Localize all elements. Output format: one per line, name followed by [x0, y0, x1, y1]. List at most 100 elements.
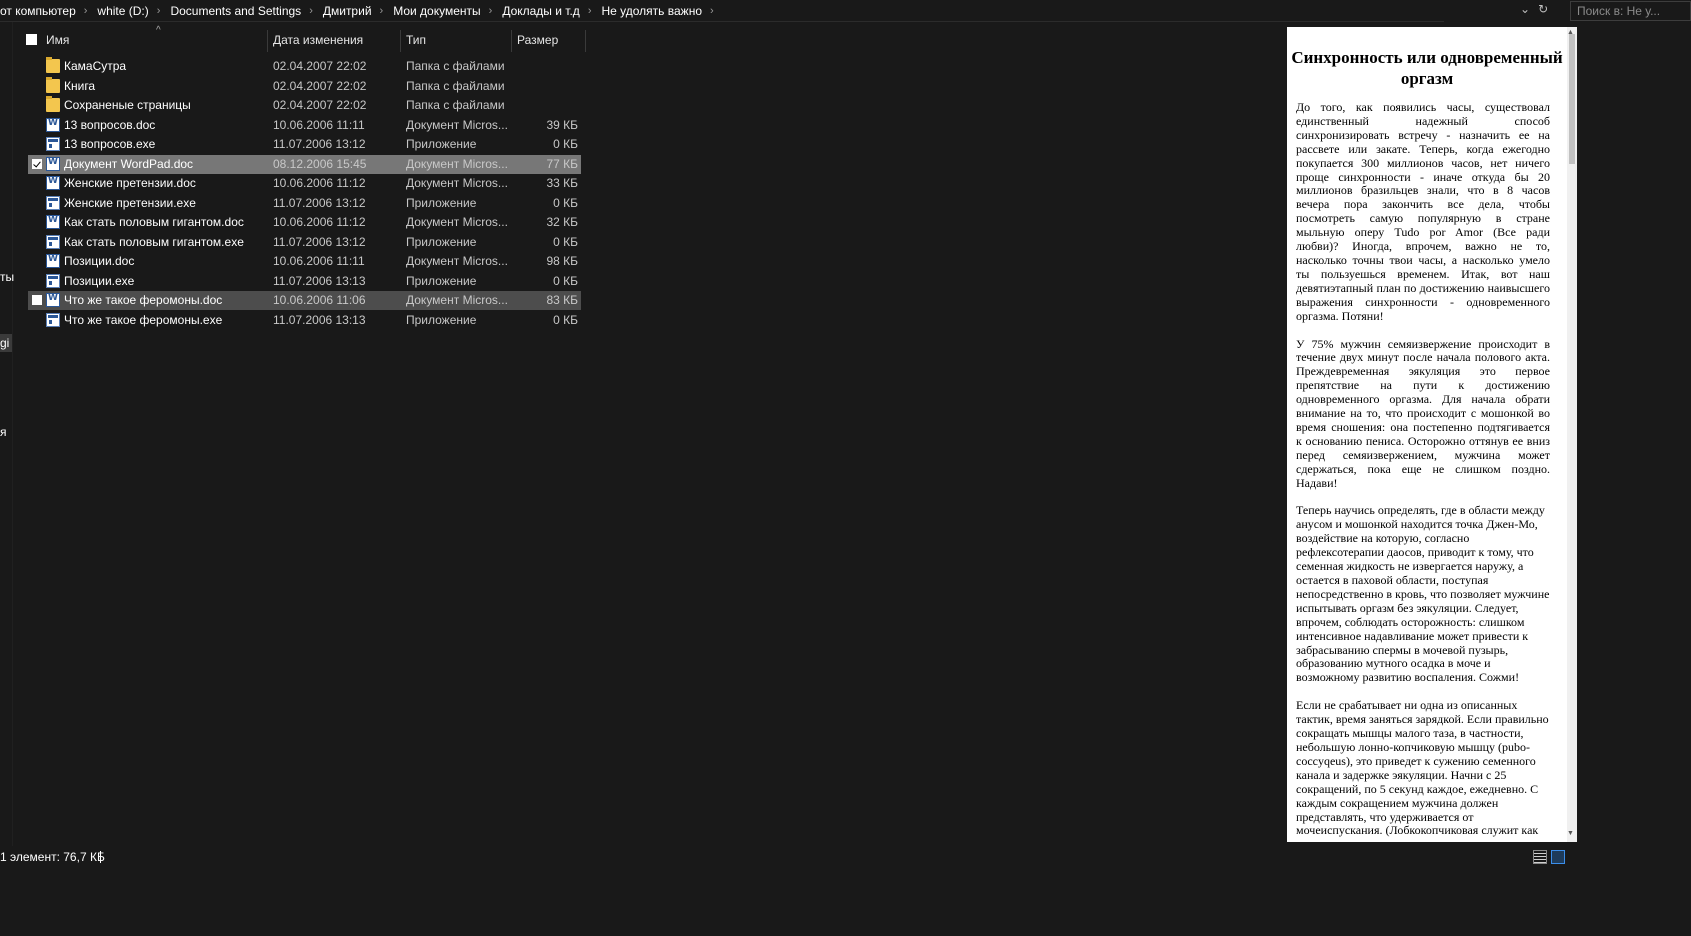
file-type: Папка с файлами	[406, 98, 505, 112]
file-date: 10.06.2006 11:11	[273, 254, 365, 268]
large-icons-view-icon[interactable]	[1551, 850, 1565, 864]
file-row[interactable]: Как стать половым гигантом.doc 10.06.2006…	[28, 213, 581, 232]
navigation-pane[interactable]: ты gi я	[0, 22, 14, 912]
address-controls: ⌄ ↻	[1520, 2, 1548, 16]
file-name: Позиции.doc	[64, 254, 135, 268]
file-date: 10.06.2006 11:06	[273, 293, 366, 307]
file-size: 0 КБ	[553, 312, 578, 327]
file-name: КамаСутра	[64, 59, 127, 73]
chevron-right-icon[interactable]: ›	[588, 5, 592, 17]
refresh-icon[interactable]: ↻	[1538, 2, 1548, 16]
file-row[interactable]: Позиции.exe 11.07.2006 13:13 Приложение 0 К…	[28, 272, 581, 291]
word-doc-icon	[46, 156, 60, 171]
word-doc-icon	[46, 254, 60, 268]
chevron-down-icon[interactable]: ⌄	[1520, 2, 1530, 16]
file-name: Позиции.exe	[64, 273, 135, 288]
preview-paragraph: До того, как появились часы, существовал…	[1296, 100, 1550, 323]
nav-item-fragment[interactable]: я	[0, 425, 7, 439]
chevron-right-icon[interactable]: ›	[710, 5, 714, 17]
chevron-right-icon[interactable]: ›	[380, 5, 384, 17]
file-date: 02.04.2007 22:02	[273, 78, 367, 93]
column-header-size[interactable]: Размер	[511, 28, 585, 52]
file-row[interactable]: Документ WordPad.doc 08.12.2006 15:45 Доку…	[28, 154, 581, 174]
row-checkbox[interactable]	[32, 158, 42, 169]
preview-title: Синхронность или одновременный оргазм	[1291, 48, 1563, 88]
breadcrumb-label: Не удолять важно	[601, 4, 702, 18]
file-date: 10.06.2006 11:12	[273, 176, 366, 190]
file-name: Книга	[64, 78, 96, 93]
chevron-right-icon[interactable]: ›	[489, 5, 493, 17]
file-name: Что же такое феромоны.doc	[64, 293, 223, 307]
scroll-up-icon[interactable]: ▲	[1567, 29, 1574, 36]
column-header-date[interactable]: Дата изменения	[267, 28, 400, 52]
application-icon	[46, 312, 60, 327]
file-row[interactable]: Сохраненые страницы 02.04.2007 22:02 Папка…	[28, 96, 581, 115]
breadcrumb-item[interactable]: Documents and Settings ›	[170, 4, 322, 18]
breadcrumb-item[interactable]: Доклады и т.д ›	[502, 4, 601, 18]
breadcrumb-item[interactable]: Не удолять важно ›	[601, 4, 723, 18]
file-row[interactable]: 13 вопросов.doc 10.06.2006 11:11 Документ …	[28, 116, 581, 135]
file-size: 0 КБ	[553, 137, 578, 151]
file-type: Папка с файлами	[406, 59, 505, 73]
file-size: 0 КБ	[553, 195, 578, 210]
file-size: 98 КБ	[546, 254, 578, 268]
preview-scrollbar-thumb[interactable]	[1569, 34, 1575, 164]
preview-paragraph: Теперь научись определять, где в области…	[1296, 503, 1550, 685]
breadcrumb[interactable]: от компьютер › white (D:) › Documents and Se…	[0, 1, 1444, 22]
file-row[interactable]: КамаСутра 02.04.2007 22:02 Папка с файлами	[28, 57, 581, 76]
file-row[interactable]: Женские претензии.exe 11.07.2006 13:12 При…	[28, 194, 581, 213]
file-date: 11.07.2006 13:13	[273, 312, 366, 327]
folder-icon	[46, 96, 60, 112]
breadcrumb-item[interactable]: Мои документы ›	[393, 4, 502, 18]
file-row[interactable]: Женские претензии.doc 10.06.2006 11:12 Док…	[28, 174, 581, 193]
preview-paragraph: У 75% мужчин семяизвержение происходит в…	[1296, 336, 1550, 490]
column-header-type[interactable]: Тип	[400, 28, 511, 52]
file-size: 83 КБ	[546, 293, 578, 307]
breadcrumb-label: Мои документы	[393, 4, 481, 18]
breadcrumb-item[interactable]: white (D:) ›	[97, 4, 170, 18]
file-type: Папка с файлами	[406, 78, 505, 93]
breadcrumb-label: white (D:)	[97, 4, 149, 18]
file-size: 0 КБ	[553, 273, 578, 288]
nav-item-fragment[interactable]: gi	[0, 336, 9, 350]
breadcrumb-label: от компьютер	[0, 4, 76, 18]
file-date: 11.07.2006 13:12	[273, 137, 366, 151]
file-size: 39 КБ	[546, 117, 578, 132]
file-type: Документ Micros...	[406, 254, 508, 268]
breadcrumb-label: Дмитрий	[322, 4, 372, 18]
file-name: Что же такое феромоны.exe	[64, 312, 223, 327]
scroll-down-icon[interactable]: ▼	[1567, 830, 1574, 837]
folder-icon	[46, 76, 60, 93]
breadcrumb-label: Доклады и т.д	[502, 4, 580, 18]
file-name: Женские претензии.exe	[64, 195, 196, 210]
details-view-icon[interactable]	[1533, 850, 1547, 864]
file-row[interactable]: Как стать половым гигантом.exe 11.07.2006…	[28, 233, 581, 252]
word-doc-icon	[46, 117, 60, 132]
file-name: Как стать половым гигантом.exe	[64, 234, 244, 249]
file-row[interactable]: Что же такое феромоны.exe 11.07.2006 13:1…	[28, 311, 581, 330]
file-name: Женские претензии.doc	[64, 176, 196, 190]
breadcrumb-item[interactable]: Дмитрий ›	[323, 4, 393, 18]
file-row[interactable]: Что же такое феромоны.doc 10.06.2006 11:0…	[28, 291, 581, 310]
file-type: Приложение	[406, 273, 477, 288]
preview-pane: Синхронность или одновременный оргазм До…	[1287, 27, 1567, 842]
column-header-name[interactable]: Имя	[40, 28, 268, 52]
word-doc-icon	[46, 293, 60, 307]
file-size: 77 КБ	[546, 156, 578, 171]
file-name: Как стать половым гигантом.doc	[64, 215, 244, 229]
row-checkbox[interactable]	[32, 295, 42, 305]
file-type: Документ Micros...	[406, 215, 508, 229]
breadcrumb-item[interactable]: от компьютер ›	[0, 4, 97, 18]
file-type: Приложение	[406, 234, 477, 249]
word-doc-icon	[46, 215, 60, 229]
chevron-right-icon[interactable]: ›	[84, 5, 88, 17]
chevron-right-icon[interactable]: ›	[309, 5, 313, 17]
nav-item-fragment[interactable]: ты	[0, 270, 14, 284]
file-date: 11.07.2006 13:12	[273, 234, 366, 249]
file-row[interactable]: Книга 02.04.2007 22:02 Папка с файлами	[28, 76, 581, 96]
search-input[interactable]: Поиск в: Не у...	[1570, 1, 1691, 21]
chevron-right-icon[interactable]: ›	[157, 5, 161, 17]
file-row[interactable]: Позиции.doc 10.06.2006 11:11 Документ Micr…	[28, 252, 581, 271]
select-all-checkbox[interactable]	[26, 34, 37, 45]
file-row[interactable]: 13 вопросов.exe 11.07.2006 13:12 Приложени…	[28, 135, 581, 154]
